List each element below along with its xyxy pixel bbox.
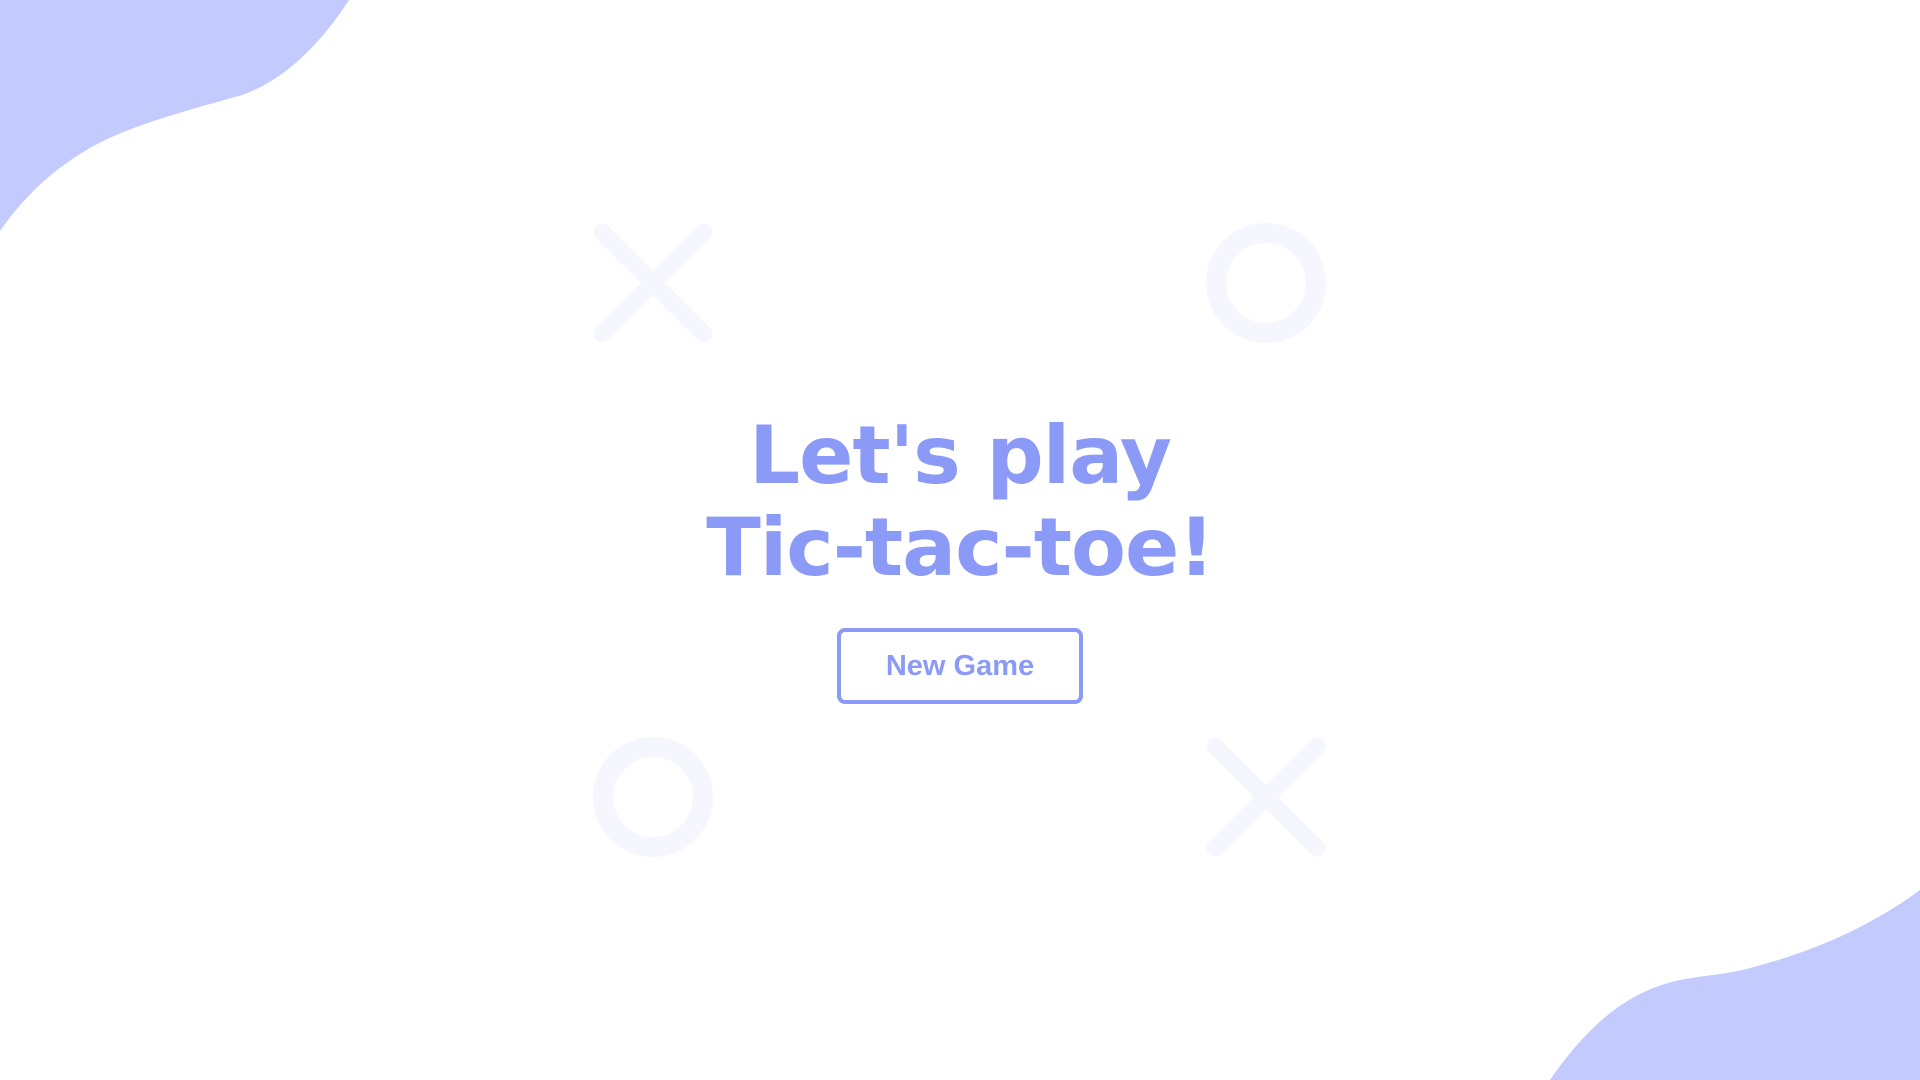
o-icon xyxy=(593,737,713,857)
o-icon xyxy=(1206,223,1326,343)
title-line-2: Tic-tac-toe! xyxy=(706,501,1214,594)
page-title: Let's play Tic-tac-toe! xyxy=(0,410,1920,594)
x-icon xyxy=(1206,737,1326,857)
bottom-right-decorative-blob xyxy=(1550,890,1920,1080)
title-line-1: Let's play xyxy=(749,409,1172,502)
hero: Let's play Tic-tac-toe! New Game xyxy=(0,410,1920,704)
top-left-decorative-blob xyxy=(0,0,349,231)
new-game-button[interactable]: New Game xyxy=(837,628,1083,704)
x-icon xyxy=(593,223,713,343)
start-screen: Let's play Tic-tac-toe! New Game xyxy=(0,0,1920,1080)
